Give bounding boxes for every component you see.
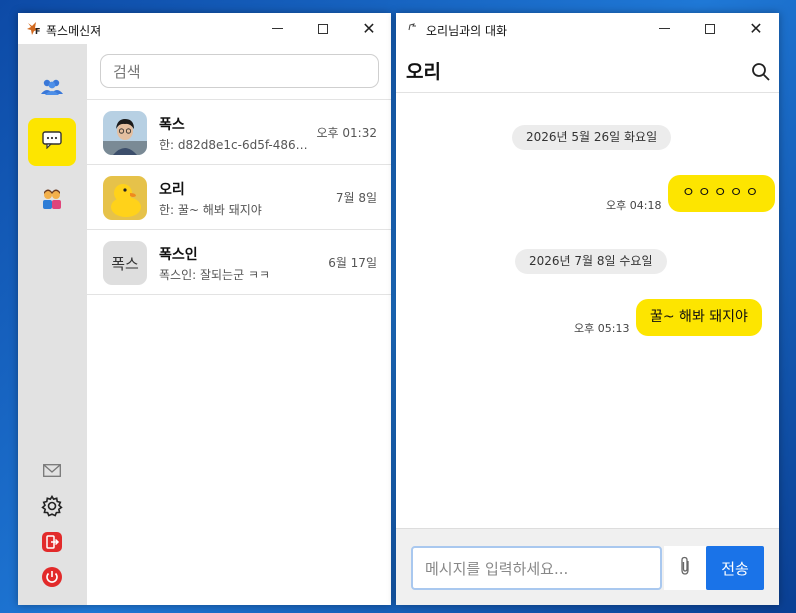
window-icon — [408, 16, 418, 31]
paperclip-icon — [679, 556, 691, 580]
avatar — [103, 111, 147, 155]
chat-preview: 한: d82d8e1c-6d5f-486e-9... — [159, 138, 311, 152]
settings-icon[interactable] — [40, 494, 64, 518]
message-input[interactable]: 메시지를 입력하세요... — [411, 546, 662, 590]
chats-tab-button[interactable] — [28, 118, 76, 166]
title-bar[interactable]: F 폭스메신져 ✕ — [18, 13, 391, 44]
message-time: 오후 05:13 — [574, 322, 630, 335]
close-button[interactable]: ✕ — [733, 13, 779, 44]
input-placeholder: 메시지를 입력하세요... — [425, 559, 569, 578]
chat-list-item[interactable]: 폭스 한: d82d8e1c-6d5f-486e-9... 오후 01:32 — [87, 100, 391, 165]
message-bubble: 꿀~ 해봐 돼지야 — [636, 299, 762, 336]
maximize-button[interactable] — [687, 13, 733, 44]
avatar: 폭스 — [103, 241, 147, 285]
chat-time: 오후 01:32 — [316, 126, 377, 140]
close-icon: ✕ — [749, 18, 763, 38]
composer: 메시지를 입력하세요... 전송 — [396, 528, 779, 605]
chat-list-item[interactable]: 오리 한: 꿀~ 해봐 돼지야 7월 8일 — [87, 165, 391, 230]
chat-header: 오리 — [396, 44, 779, 93]
svg-text:F: F — [35, 27, 40, 36]
date-separator: 2026년 5월 26일 화요일 — [512, 125, 672, 150]
couple-icon[interactable] — [40, 187, 64, 211]
message-area: 2026년 5월 26일 화요일 오후 04:18 ㅇㅇㅇㅇㅇ 2026년 7월… — [396, 93, 779, 529]
chat-name: 오리 — [159, 182, 185, 198]
window-title: 오리님과의 대화 — [426, 24, 508, 38]
mail-icon[interactable] — [40, 458, 64, 482]
close-icon: ✕ — [362, 18, 376, 38]
logout-icon[interactable] — [40, 530, 64, 554]
minimize-button[interactable] — [641, 13, 687, 44]
chat-preview: 한: 꿀~ 해봐 돼지야 — [159, 203, 262, 217]
date-separator: 2026년 7월 8일 수요일 — [515, 249, 667, 274]
chat-name: 폭스 — [159, 117, 185, 133]
side-rail — [18, 44, 87, 605]
message-time: 오후 04:18 — [606, 199, 662, 212]
power-icon[interactable] — [40, 565, 64, 589]
message-bubble: ㅇㅇㅇㅇㅇ — [668, 175, 776, 212]
chat-title: 오리 — [406, 61, 441, 83]
chat-preview: 폭스인: 잘되는군 ㅋㅋ — [159, 268, 271, 282]
maximize-button[interactable] — [300, 13, 346, 44]
avatar — [103, 176, 147, 220]
chat-time: 6월 17일 — [328, 256, 377, 270]
attach-button[interactable] — [664, 546, 706, 590]
window-title: 폭스메신져 — [46, 24, 102, 38]
send-button[interactable]: 전송 — [706, 546, 764, 590]
friends-icon[interactable] — [40, 75, 64, 99]
chat-name: 폭스인 — [159, 247, 198, 263]
chat-list-panel: 검색 폭스 한: d82d8e1c-6d5f-486e-9... 오후 01:3… — [87, 44, 391, 605]
search-placeholder: 검색 — [113, 62, 141, 81]
search-icon[interactable] — [751, 62, 771, 82]
chat-time: 7월 8일 — [335, 191, 377, 205]
conversation-window: 오리님과의 대화 ✕ 오리 2026년 5월 26일 화요일 오후 04:18 … — [396, 13, 779, 605]
app-logo-icon: F — [26, 20, 42, 36]
search-input[interactable]: 검색 — [100, 54, 379, 88]
chat-list-item[interactable]: 폭스 폭스인 폭스인: 잘되는군 ㅋㅋ 6월 17일 — [87, 230, 391, 295]
title-bar[interactable]: 오리님과의 대화 ✕ — [396, 13, 779, 44]
messenger-main-window: F 폭스메신져 ✕ 검색 폭스 한: d82d8e1c-6d5f-486e-9.… — [18, 13, 391, 605]
chat-icon — [42, 131, 62, 153]
close-button[interactable]: ✕ — [346, 13, 392, 44]
minimize-button[interactable] — [254, 13, 300, 44]
